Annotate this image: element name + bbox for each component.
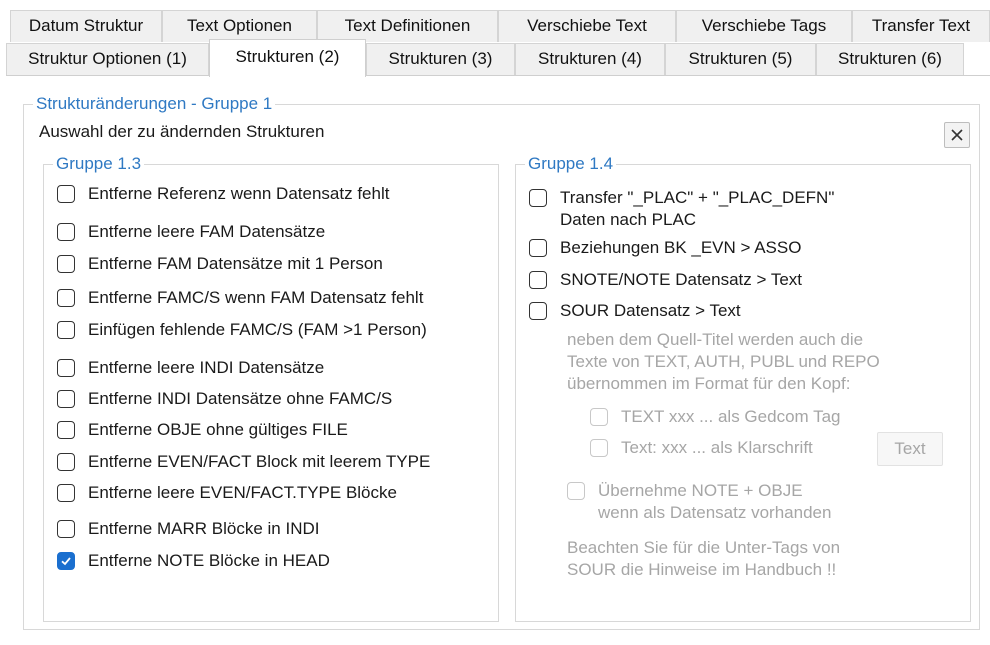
checkbox-label: Entferne OBJE ohne gültiges FILE bbox=[88, 420, 348, 439]
checkbox-item[interactable]: Entferne NOTE Blöcke in HEAD bbox=[57, 550, 330, 572]
checkbox-label: Entferne leere INDI Datensätze bbox=[88, 358, 325, 377]
sour-note-line: übernommen im Format für den Kopf: bbox=[567, 374, 851, 393]
checkbox-label: Beziehungen BK _EVN > ASSO bbox=[560, 238, 802, 257]
tab-strukturen-5[interactable]: Strukturen (5) bbox=[665, 43, 816, 75]
hint-line: SOUR die Hinweise im Handbuch !! bbox=[567, 560, 837, 579]
checkbox-transfer-plac[interactable]: Transfer "_PLAC" + "_PLAC_DEFN" Daten na… bbox=[529, 187, 834, 231]
checkbox-box[interactable] bbox=[590, 408, 608, 426]
tab-datum-struktur[interactable]: Datum Struktur bbox=[10, 10, 162, 42]
checkbox-label: Entferne FAMC/S wenn FAM Datensatz fehlt bbox=[88, 288, 424, 307]
text-button[interactable]: Text bbox=[877, 432, 943, 466]
checkbox-box[interactable] bbox=[567, 482, 585, 500]
tab-text-definitionen[interactable]: Text Definitionen bbox=[317, 10, 498, 42]
tab-transfer-text[interactable]: Transfer Text bbox=[852, 10, 990, 42]
checkbox-label: Übernehme NOTE + OBJE bbox=[598, 481, 803, 500]
checkbox-box[interactable] bbox=[57, 255, 75, 273]
tab-verschiebe-text[interactable]: Verschiebe Text bbox=[498, 10, 676, 42]
checkbox-item[interactable]: Entferne leere FAM Datensätze bbox=[57, 221, 325, 243]
checkbox-sour-datensatz[interactable]: SOUR Datensatz > Text bbox=[529, 300, 741, 322]
checkbox-item[interactable]: Einfügen fehlende FAMC/S (FAM >1 Person) bbox=[57, 319, 427, 341]
checkbox-label: Entferne Referenz wenn Datensatz fehlt bbox=[88, 184, 390, 203]
checkbox-label: SOUR Datensatz > Text bbox=[560, 301, 741, 320]
checkbox-box[interactable] bbox=[529, 302, 547, 320]
group-strukturaenderungen-title: Strukturänderungen - Gruppe 1 bbox=[33, 94, 276, 114]
checkbox-item[interactable]: Entferne FAMC/S wenn FAM Datensatz fehlt bbox=[57, 287, 423, 309]
checkbox-box[interactable] bbox=[57, 484, 75, 502]
subtitle: Auswahl der zu ändernden Strukturen bbox=[39, 122, 325, 141]
checkbox-box[interactable] bbox=[57, 552, 75, 570]
close-button[interactable] bbox=[944, 122, 970, 148]
checkbox-box[interactable] bbox=[529, 239, 547, 257]
checkmark-icon bbox=[61, 557, 71, 566]
checkbox-box[interactable] bbox=[57, 223, 75, 241]
checkbox-label: Entferne INDI Datensätze ohne FAMC/S bbox=[88, 389, 393, 408]
checkbox-label: Text: xxx ... als Klarschrift bbox=[621, 438, 813, 457]
checkbox-box[interactable] bbox=[57, 390, 75, 408]
checkbox-item[interactable]: Entferne leere INDI Datensätze bbox=[57, 357, 324, 379]
checkbox-text-gedcom-tag[interactable]: TEXT xxx ... als Gedcom Tag bbox=[590, 406, 841, 428]
tab-strukturen-2[interactable]: Strukturen (2) bbox=[209, 39, 366, 77]
checkbox-box[interactable] bbox=[57, 453, 75, 471]
hint-line: Beachten Sie für die Unter-Tags von bbox=[567, 538, 841, 557]
group-1-3-title: Gruppe 1.3 bbox=[53, 154, 145, 174]
checkbox-label-line2: Daten nach PLAC bbox=[560, 210, 697, 229]
checkbox-beziehungen-bk[interactable]: Beziehungen BK _EVN > ASSO bbox=[529, 237, 801, 259]
tab-text-optionen[interactable]: Text Optionen bbox=[162, 10, 317, 42]
close-icon bbox=[951, 129, 963, 141]
checkbox-box[interactable] bbox=[57, 421, 75, 439]
checkbox-box[interactable] bbox=[57, 289, 75, 307]
checkbox-box[interactable] bbox=[529, 271, 547, 289]
checkbox-box[interactable] bbox=[57, 359, 75, 377]
checkbox-box[interactable] bbox=[529, 189, 547, 207]
tab-verschiebe-tags[interactable]: Verschiebe Tags bbox=[676, 10, 852, 42]
checkbox-box[interactable] bbox=[590, 439, 608, 457]
tab-strukturen-6[interactable]: Strukturen (6) bbox=[816, 43, 964, 75]
checkbox-item[interactable]: Entferne MARR Blöcke in INDI bbox=[57, 518, 319, 540]
checkbox-label: Transfer "_PLAC" + "_PLAC_DEFN" bbox=[560, 188, 835, 207]
checkbox-label: Entferne FAM Datensätze mit 1 Person bbox=[88, 254, 383, 273]
checkbox-box[interactable] bbox=[57, 185, 75, 203]
sour-note-line: neben dem Quell-Titel werden auch die bbox=[567, 330, 864, 349]
checkbox-item[interactable]: Entferne FAM Datensätze mit 1 Person bbox=[57, 253, 383, 275]
checkbox-label: Entferne MARR Blöcke in INDI bbox=[88, 519, 320, 538]
checkbox-label: Entferne leere EVEN/FACT.TYPE Blöcke bbox=[88, 483, 397, 502]
group-1-4-title: Gruppe 1.4 bbox=[525, 154, 617, 174]
checkbox-label: TEXT xxx ... als Gedcom Tag bbox=[621, 407, 841, 426]
checkbox-item[interactable]: Entferne INDI Datensätze ohne FAMC/S bbox=[57, 388, 392, 410]
checkbox-label: Entferne leere FAM Datensätze bbox=[88, 222, 326, 241]
checkbox-item[interactable]: Entferne OBJE ohne gültiges FILE bbox=[57, 419, 348, 441]
checkbox-label: SNOTE/NOTE Datensatz > Text bbox=[560, 270, 803, 289]
checkbox-snote-note[interactable]: SNOTE/NOTE Datensatz > Text bbox=[529, 269, 802, 291]
tab-strukturen-3[interactable]: Strukturen (3) bbox=[366, 43, 515, 75]
checkbox-item[interactable]: Entferne leere EVEN/FACT.TYPE Blöcke bbox=[57, 482, 397, 504]
checkbox-label: Entferne EVEN/FACT Block mit leerem TYPE bbox=[88, 452, 431, 471]
checkbox-item[interactable]: Entferne EVEN/FACT Block mit leerem TYPE bbox=[57, 451, 430, 473]
checkbox-box[interactable] bbox=[57, 520, 75, 538]
tab-strukturen-4[interactable]: Strukturen (4) bbox=[515, 43, 665, 75]
tab-page: Strukturänderungen - Gruppe 1 Auswahl de… bbox=[6, 75, 990, 645]
checkbox-label: Einfügen fehlende FAMC/S (FAM >1 Person) bbox=[88, 320, 427, 339]
checkbox-text-klarschrift[interactable]: Text: xxx ... als Klarschrift bbox=[590, 437, 813, 459]
tab-struktur-optionen-1[interactable]: Struktur Optionen (1) bbox=[6, 43, 209, 75]
checkbox-uebernehme-note-obje[interactable]: Übernehme NOTE + OBJE wenn als Datensatz… bbox=[567, 480, 831, 524]
checkbox-label-line2: wenn als Datensatz vorhanden bbox=[598, 503, 832, 522]
checkbox-box[interactable] bbox=[57, 321, 75, 339]
checkbox-item[interactable]: Entferne Referenz wenn Datensatz fehlt bbox=[57, 183, 389, 205]
sour-note-line: Texte von TEXT, AUTH, PUBL und REPO bbox=[567, 352, 880, 371]
checkbox-label: Entferne NOTE Blöcke in HEAD bbox=[88, 551, 330, 570]
